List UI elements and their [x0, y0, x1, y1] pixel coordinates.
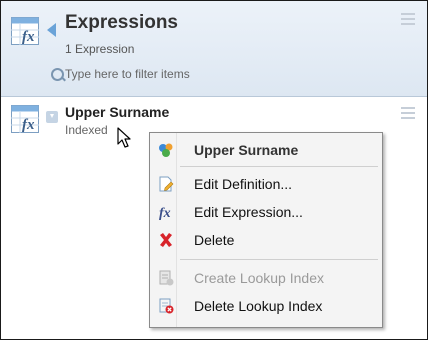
expression-item-icon: fx [11, 105, 39, 133]
context-menu: Upper Surname Edit Definition... fx Edit… [149, 132, 383, 328]
menu-item-create-lookup-index: Create Lookup Index [150, 264, 382, 292]
menu-separator [180, 259, 378, 260]
expressions-panel: fx Expressions 1 Expression Type here to… [0, 0, 428, 340]
item-name: Upper Surname [65, 104, 170, 120]
menu-item-delete-lookup-index[interactable]: Delete Lookup Index [150, 292, 382, 320]
filter-input[interactable]: Type here to filter items [51, 67, 190, 81]
filter-placeholder: Type here to filter items [65, 67, 190, 81]
back-arrow-icon[interactable] [47, 23, 56, 37]
menu-item-edit-expression[interactable]: fx Edit Expression... [150, 198, 382, 226]
header-menu-icon[interactable] [401, 13, 415, 28]
menu-item-label: Delete [194, 232, 235, 248]
svg-text:fx: fx [22, 29, 35, 45]
menu-item-label: Edit Definition... [194, 176, 293, 192]
panel-header: fx Expressions 1 Expression Type here to… [1, 1, 427, 97]
menu-item-edit-definition[interactable]: Edit Definition... [150, 170, 382, 198]
delete-x-icon [160, 233, 172, 247]
svg-text:fx: fx [159, 206, 171, 220]
create-index-icon [159, 270, 174, 286]
menu-separator [180, 166, 378, 167]
menu-title-upper-surname: Upper Surname [150, 136, 382, 164]
mouse-cursor-icon [117, 127, 131, 148]
menu-item-label: Delete Lookup Index [194, 298, 323, 314]
edit-definition-icon [159, 176, 174, 192]
menu-title-label: Upper Surname [194, 142, 299, 158]
search-icon [51, 68, 64, 81]
panel-title: Expressions [65, 12, 178, 33]
menu-item-delete[interactable]: Delete [150, 226, 382, 254]
svg-text:fx: fx [22, 117, 35, 133]
puzzle-pieces-icon [159, 143, 173, 157]
item-menu-icon[interactable] [401, 107, 415, 122]
expression-table-icon: fx [11, 17, 39, 45]
expression-count: 1 Expression [65, 42, 135, 56]
menu-item-label: Edit Expression... [194, 204, 303, 220]
fx-icon: fx [159, 206, 171, 220]
indexed-status-icon [46, 111, 58, 123]
menu-item-label: Create Lookup Index [194, 270, 324, 286]
delete-index-icon [159, 298, 174, 314]
item-subtitle: Indexed [65, 123, 108, 137]
